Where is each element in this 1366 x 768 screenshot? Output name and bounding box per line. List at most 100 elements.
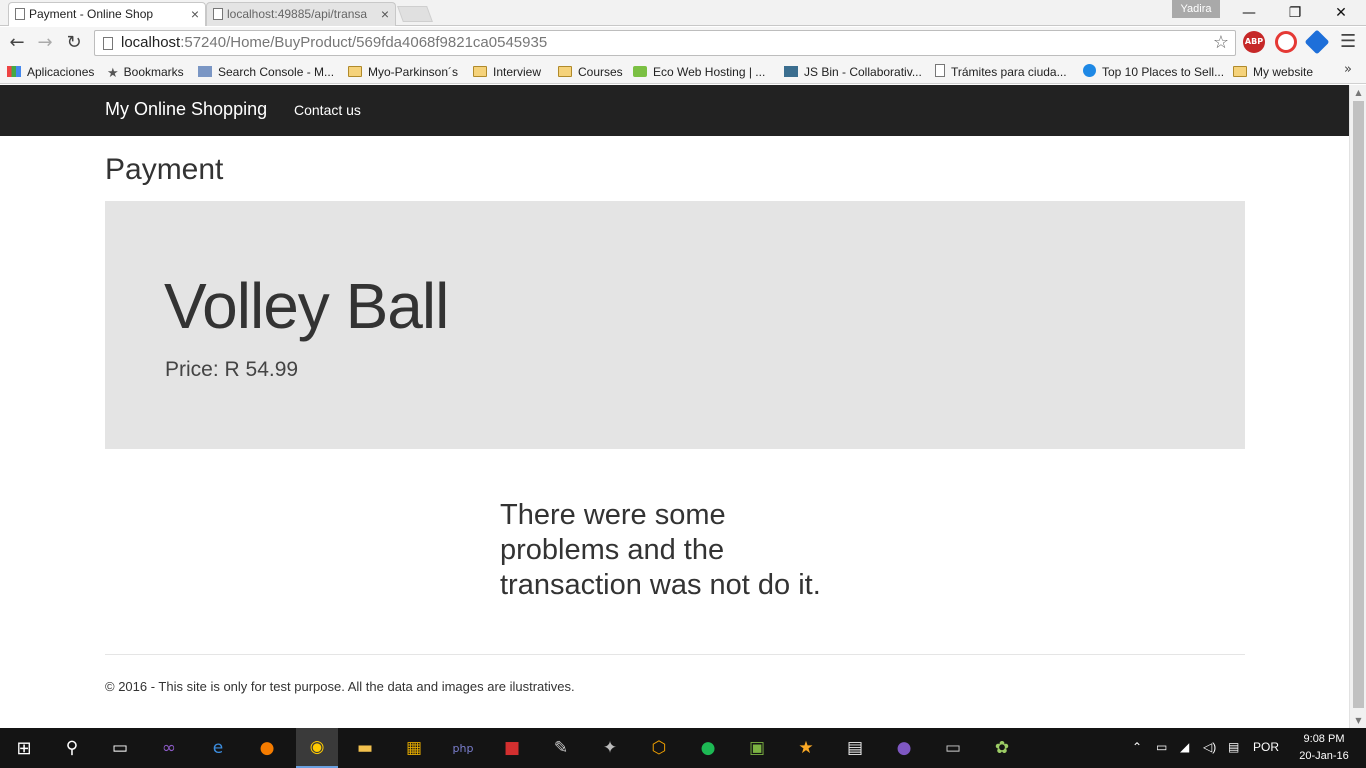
bookmark-star-icon[interactable]: ☆ [1213,32,1229,53]
calculator-icon[interactable]: ▤ [841,734,869,762]
bookmark-label: Aplicaciones [27,65,95,79]
clock-time: 9:08 PM [1303,733,1345,745]
bookmark-label: Interview [493,65,542,79]
wifi-icon[interactable]: ◢ [1180,740,1189,754]
browser-menu-icon[interactable]: ☰ [1340,31,1356,52]
tab-title: localhost:49885/api/transa [227,7,368,21]
bookmark-label: Bookmarks [123,65,184,79]
search-console-icon [198,66,212,77]
edge-icon[interactable]: e [204,734,232,762]
url-host: localhost [121,34,181,51]
spotify-icon[interactable]: ● [694,734,722,762]
bookmarks-overflow-icon[interactable]: » [1344,62,1352,77]
bookmark-top-10[interactable]: Top 10 Places to Sell... [1083,62,1224,82]
windows-start-icon[interactable]: ⊞ [10,734,38,762]
close-tab-icon[interactable]: × [191,3,199,25]
bookmark-myo-parkinsons[interactable]: Myo-Parkinson´s [348,62,458,82]
jsbin-icon [784,66,798,77]
site-navbar: My Online Shopping Contact us [0,85,1349,136]
bookmark-my-website[interactable]: My website [1233,62,1313,82]
app-cat-icon[interactable]: ✦ [596,734,624,762]
close-tab-icon[interactable]: × [381,3,389,25]
php-icon[interactable]: php [449,734,477,762]
page-icon [935,64,945,77]
profile-badge[interactable]: Yadira [1172,0,1220,18]
notifications-icon[interactable]: ▤ [1228,740,1239,754]
search-icon[interactable]: ⚲ [58,734,86,762]
chrome-glyph: ◉ [309,737,325,757]
bookmark-label: Courses [578,65,623,79]
folder-icon [473,66,487,77]
back-icon[interactable]: ← [5,31,29,55]
bookmark-label: JS Bin - Collaborativ... [804,65,922,79]
bookmark-label: Eco Web Hosting | ... [653,65,766,79]
language-indicator[interactable]: POR [1253,740,1279,754]
reload-icon[interactable]: ↻ [62,31,86,55]
file-explorer-icon[interactable]: ▬ [351,734,379,762]
app-purple-icon[interactable]: ● [890,734,918,762]
top10-icon [1083,64,1096,77]
chrome-icon[interactable]: ◉ [296,728,338,768]
paint-icon[interactable]: ✿ [988,734,1016,762]
minimize-icon[interactable]: — [1226,0,1272,26]
url-path: :57240/Home/BuyProduct/569fda4068f9821ca… [180,34,548,51]
app-red-icon[interactable]: ■ [498,734,526,762]
apps-icon [7,66,21,77]
folder-icon [1233,66,1247,77]
footer-divider [105,654,1245,655]
bookmark-interview[interactable]: Interview [473,62,541,82]
close-window-icon[interactable]: ✕ [1318,0,1364,26]
page-favicon-icon [15,8,25,20]
page-info-icon[interactable] [103,37,113,50]
bookmark-bookmarks[interactable]: ★ Bookmarks [107,62,184,82]
bookmark-search-console[interactable]: Search Console - M... [198,62,334,82]
page-favicon-icon [213,8,223,20]
eco-hosting-icon [633,66,647,77]
nav-link-contact-us[interactable]: Contact us [294,102,361,118]
browser-toolbar: ← → ↻ localhost:57240/Home/BuyProduct/56… [0,27,1366,59]
tray-chevron-up-icon[interactable]: ⌃ [1132,740,1142,754]
address-bar[interactable]: localhost:57240/Home/BuyProduct/569fda40… [94,30,1236,56]
bookmark-tramites[interactable]: Trámites para ciuda... [935,62,1067,82]
app-orange-icon[interactable]: ⬡ [645,734,673,762]
scroll-up-icon[interactable]: ▲ [1353,88,1364,97]
abp-icon[interactable]: ABP [1243,31,1265,53]
page-title: Payment [105,153,224,186]
bookmark-aplicaciones[interactable]: Aplicaciones [7,62,94,82]
app-tool-icon[interactable]: ✎ [547,734,575,762]
folder-icon [558,66,572,77]
price-label: Price: [165,358,219,381]
task-view-icon[interactable]: ▭ [106,734,134,762]
bookmark-js-bin[interactable]: JS Bin - Collaborativ... [784,62,922,82]
new-tab-button[interactable] [397,6,433,22]
tab-api-transaction[interactable]: localhost:49885/api/transa × [206,2,396,26]
volume-icon[interactable]: ◁) [1203,740,1216,754]
transaction-error-message: There were some problems and the transac… [500,499,821,601]
firefox-icon[interactable]: ● [253,734,281,762]
product-jumbotron: Volley Ball Price: R 54.99 [105,201,1245,449]
forward-icon[interactable]: → [33,31,57,55]
taskbar-clock[interactable]: 9:08 PM 20-Jan-16 [1294,731,1354,765]
restore-icon[interactable]: ❐ [1272,0,1318,26]
battery-icon[interactable]: ▭ [1156,740,1167,754]
bookmark-courses[interactable]: Courses [558,62,623,82]
extension-blue-icon[interactable] [1304,29,1330,55]
footer-text: © 2016 - This site is only for test purp… [105,679,575,694]
app-green-icon[interactable]: ▣ [743,734,771,762]
opera-red-icon[interactable] [1275,31,1297,53]
folder-icon [348,66,362,77]
terminal-icon[interactable]: ▭ [939,734,967,762]
bookmark-eco-web-hosting[interactable]: Eco Web Hosting | ... [633,62,765,82]
visual-studio-icon[interactable]: ∞ [155,734,183,762]
app-grid-icon[interactable]: ▦ [400,734,428,762]
site-brand-link[interactable]: My Online Shopping [105,99,267,120]
url-text[interactable]: localhost:57240/Home/BuyProduct/569fda40… [121,34,547,51]
product-price: Price: R 54.99 [165,358,298,382]
tab-payment[interactable]: Payment - Online Shop × [8,2,206,26]
scroll-down-icon[interactable]: ▼ [1353,716,1364,725]
app-star-icon[interactable]: ★ [792,734,820,762]
page-scrollbar[interactable]: ▲ ▼ [1349,85,1366,728]
scrollbar-thumb[interactable] [1353,101,1364,708]
tab-title: Payment - Online Shop [29,7,154,21]
bookmark-label: My website [1253,65,1314,79]
